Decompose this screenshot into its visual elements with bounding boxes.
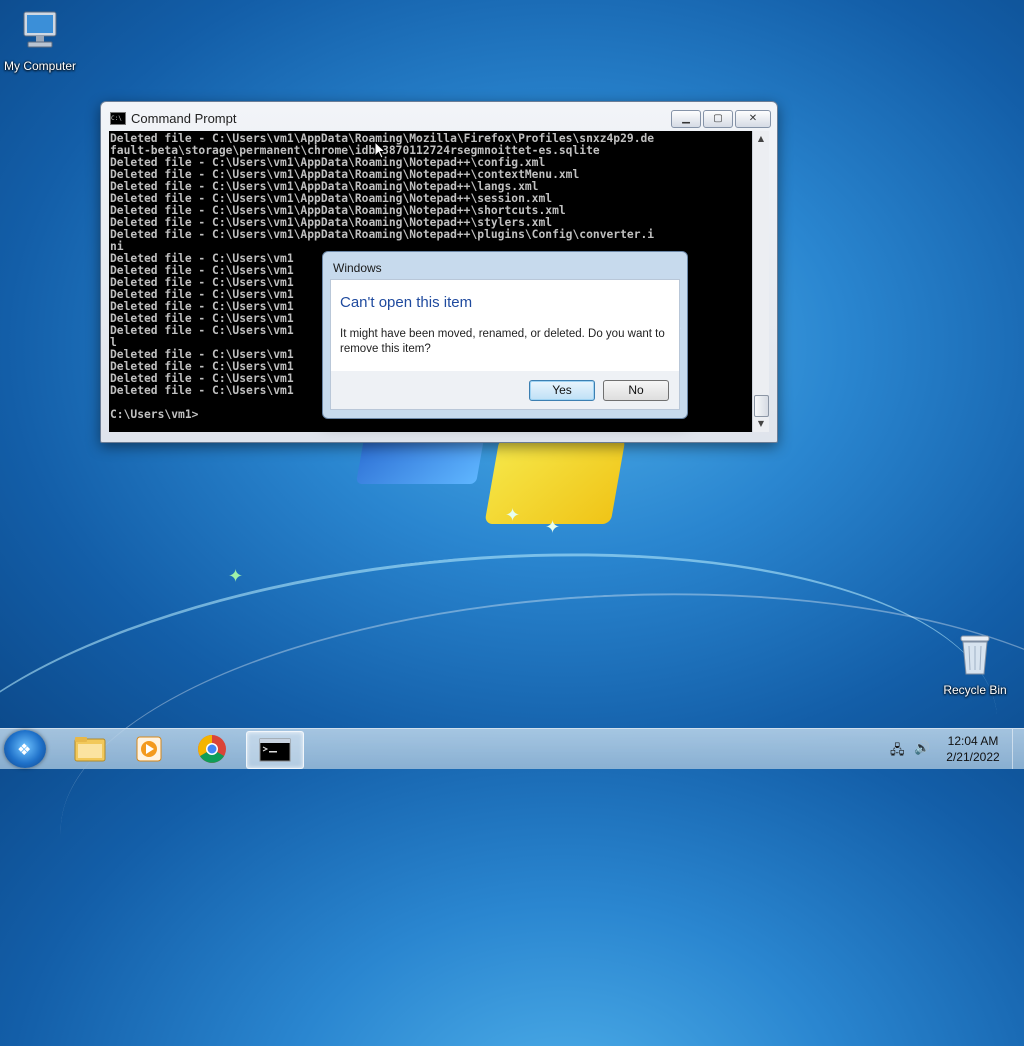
taskbar-media-player[interactable] [122,731,178,767]
maximize-button[interactable]: ▢ [703,110,733,128]
dialog-body: Can't open this item It might have been … [330,279,680,373]
minimize-button[interactable]: ▁ [671,110,701,128]
desktop-icon-label: My Computer [3,59,77,73]
wallpaper-logo-blue [355,438,485,484]
computer-icon [0,8,80,57]
window-title: Command Prompt [131,111,237,126]
scroll-up-arrow-icon[interactable]: ▲ [753,131,769,147]
taskbar-chrome[interactable] [184,731,240,767]
wallpaper-sparkle: ✦ [505,505,521,526]
taskbar: ❖ 🖧 🔊 12:04 AM 2/21/2022 [0,728,1024,769]
error-dialog[interactable]: Windows Can't open this item It might ha… [322,251,688,419]
system-clock[interactable]: 12:04 AM 2/21/2022 [938,733,1008,765]
scroll-down-arrow-icon[interactable]: ▼ [753,416,769,432]
file-explorer-icon [74,737,106,762]
mouse-cursor-icon [374,140,387,164]
recycle-bin-icon [935,630,1015,681]
dialog-message: It might have been moved, renamed, or de… [340,328,665,355]
wallpaper-sparkle: ✦ [545,517,561,538]
media-player-icon [136,736,162,762]
taskbar-file-explorer[interactable] [62,731,118,767]
clock-time: 12:04 AM [947,734,999,748]
dialog-title: Windows [333,261,382,275]
volume-icon[interactable]: 🔊 [914,741,930,756]
dialog-footer: Yes No [330,371,680,410]
wallpaper-sparkle: ✦ [228,566,244,587]
no-button[interactable]: No [603,380,669,401]
desktop-icon-recycle-bin[interactable]: Recycle Bin [935,630,1015,697]
dialog-heading: Can't open this item [340,294,473,311]
clock-date: 2/21/2022 [946,750,1000,764]
chrome-icon [198,735,226,763]
window-titlebar[interactable]: C:\ Command Prompt ▁ ▢ ✕ [101,102,777,132]
windows-logo-icon: ❖ [17,740,32,759]
vertical-scrollbar[interactable]: ▲ ▼ [752,131,769,432]
desktop-icon-my-computer[interactable]: My Computer [0,8,80,73]
command-prompt-icon [259,738,291,762]
scroll-thumb[interactable] [754,395,769,417]
desktop-icon-label: Recycle Bin [943,683,1007,697]
yes-button[interactable]: Yes [529,380,595,401]
close-button[interactable]: ✕ [735,110,771,128]
command-prompt-icon: C:\ [110,112,126,125]
network-icon[interactable]: 🖧 [890,741,905,763]
start-button[interactable]: ❖ [4,730,46,768]
show-desktop-button[interactable] [1012,729,1024,769]
taskbar-command-prompt[interactable] [246,731,304,769]
